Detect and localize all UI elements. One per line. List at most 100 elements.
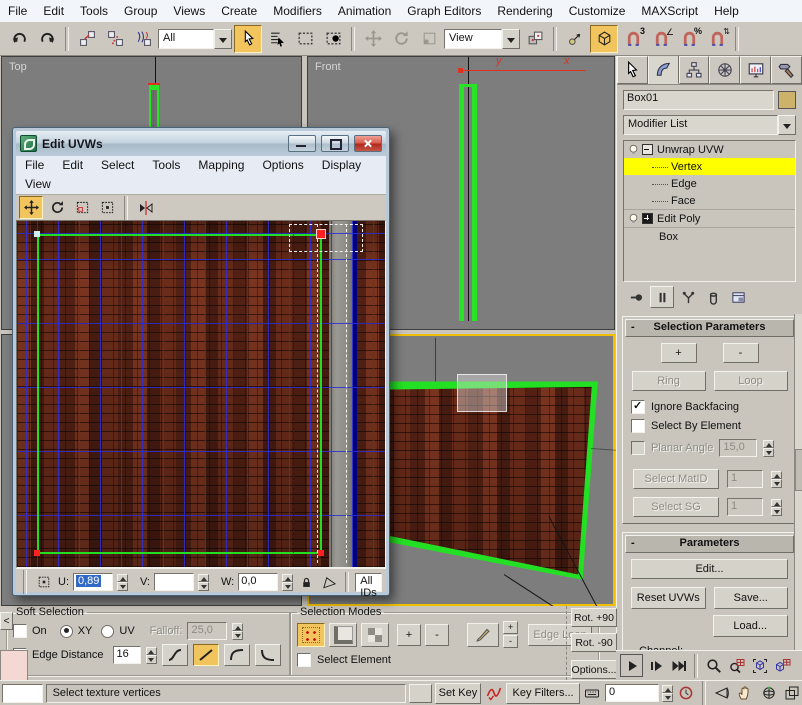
select-by-element-checkbox[interactable] — [631, 419, 645, 433]
uv-vertex[interactable] — [318, 550, 324, 556]
vertex-mode-button[interactable] — [297, 623, 325, 647]
zoom-all-button[interactable] — [726, 655, 747, 676]
options-button[interactable]: Options... — [571, 660, 617, 679]
selected-uv-vertex[interactable] — [317, 230, 325, 238]
expander-icon[interactable] — [642, 213, 653, 224]
select-object-button[interactable] — [234, 25, 262, 53]
menu-item[interactable]: Group — [116, 1, 165, 22]
modifier-list-dropdown[interactable]: Modifier List — [623, 115, 796, 135]
reset-uvws-button[interactable]: Reset UVWs — [631, 587, 706, 609]
current-frame-field[interactable]: 0 — [605, 684, 659, 702]
dialog-menu-item[interactable]: Display — [313, 155, 370, 176]
go-to-end-button[interactable] — [668, 655, 689, 676]
object-color-swatch[interactable] — [778, 91, 796, 109]
shrink-selection-button[interactable]: - — [723, 343, 759, 363]
select-and-manipulate-button[interactable] — [562, 26, 588, 52]
rectangular-selection-region-button[interactable] — [292, 26, 318, 52]
uv-vertex[interactable] — [34, 231, 40, 237]
mirror-button[interactable] — [134, 197, 158, 218]
next-frame-button[interactable] — [645, 655, 666, 676]
selection-lock-toggle[interactable] — [409, 684, 432, 703]
select-and-rotate-button[interactable] — [388, 26, 414, 52]
loop-button[interactable]: Loop — [714, 371, 788, 391]
ring-button[interactable]: Ring — [632, 371, 706, 391]
tab-display[interactable] — [740, 56, 771, 84]
rotate-minus90-button[interactable]: Rot. -90 — [571, 633, 617, 652]
planar-angle-field[interactable]: 15,0 — [719, 439, 757, 457]
menu-item[interactable]: Customize — [561, 1, 634, 22]
uv-vertex[interactable] — [34, 550, 40, 556]
redo-button[interactable] — [34, 26, 60, 52]
spinner-snap-button[interactable]: ⇅ — [704, 26, 730, 52]
snaps-toggle-button[interactable] — [590, 25, 618, 53]
undo-button[interactable] — [6, 26, 32, 52]
snap-3d-button[interactable]: 3 — [620, 26, 646, 52]
falloff-field[interactable]: 25,0 — [187, 622, 227, 640]
brush-size-down-button[interactable]: - — [503, 635, 518, 648]
freeform-mode-button[interactable] — [96, 197, 118, 218]
menu-item[interactable]: Tools — [72, 1, 116, 22]
select-sg-button[interactable]: Select SG — [633, 497, 719, 517]
edge-mode-button[interactable] — [329, 623, 357, 647]
face-mode-button[interactable] — [361, 623, 389, 647]
tab-motion[interactable] — [709, 56, 740, 84]
falloff-spinner[interactable] — [232, 623, 243, 640]
lightbulb-icon[interactable] — [627, 212, 642, 226]
zoom-extents-button[interactable] — [749, 655, 770, 676]
lightbulb-icon[interactable] — [627, 143, 642, 157]
dialog-menu-item[interactable]: Mapping — [189, 155, 253, 176]
angle-snap-button[interactable]: ∠ — [648, 26, 674, 52]
dialog-menu-item[interactable]: Tools — [143, 155, 189, 176]
show-end-result-button[interactable] — [650, 286, 674, 308]
dialog-titlebar[interactable]: Edit UVWs — [16, 131, 386, 156]
maxscript-mini-listener[interactable] — [2, 684, 43, 703]
v-spinner[interactable] — [198, 574, 209, 591]
make-unique-button[interactable] — [677, 287, 699, 307]
modifier-stack-row[interactable]: Unwrap UVW — [624, 141, 795, 158]
minimize-button[interactable] — [288, 135, 316, 152]
matid-field[interactable]: 1 — [727, 470, 763, 488]
uv-radio[interactable] — [101, 625, 114, 638]
slow-falloff-button[interactable] — [255, 644, 281, 666]
fast-falloff-button[interactable] — [224, 644, 250, 666]
uv-rotate-button[interactable] — [46, 197, 68, 218]
menu-item[interactable]: Create — [213, 1, 265, 22]
auto-key-button[interactable] — [484, 684, 503, 703]
set-key-button[interactable]: Set Key — [435, 683, 481, 704]
tab-utilities[interactable] — [771, 56, 802, 84]
scroll-panel-left-button[interactable]: < — [0, 612, 13, 630]
time-configuration-button[interactable] — [676, 683, 696, 704]
play-animation-button[interactable] — [620, 654, 643, 677]
reference-coordinate-dropdown[interactable]: View — [444, 29, 520, 49]
close-button[interactable] — [354, 135, 382, 152]
configure-modifier-sets-button[interactable] — [727, 287, 749, 307]
field-of-view-button[interactable] — [712, 683, 732, 704]
selection-parameters-header[interactable]: - Selection Parameters — [625, 319, 794, 337]
frame-spinner[interactable] — [662, 685, 673, 702]
w-spinner[interactable] — [282, 574, 293, 591]
select-and-link-button[interactable] — [74, 26, 100, 52]
absolute-offset-toggle[interactable] — [34, 573, 54, 592]
xy-radio[interactable] — [60, 625, 73, 638]
dialog-menu-item[interactable]: Select — [92, 155, 143, 176]
window-crossing-button[interactable] — [320, 26, 346, 52]
edit-uvws-button[interactable]: Edit... — [631, 559, 788, 579]
select-matid-button[interactable]: Select MatID — [633, 469, 719, 489]
unlink-selection-button[interactable] — [102, 26, 128, 52]
v-field[interactable] — [154, 573, 194, 591]
panel-scrollbar[interactable] — [794, 314, 802, 650]
select-and-scale-button[interactable] — [416, 26, 442, 52]
edge-distance-spinner[interactable] — [146, 647, 157, 664]
contract-selection-button[interactable]: - — [425, 624, 449, 646]
bind-to-space-warp-button[interactable] — [130, 26, 156, 52]
modifier-stack-row[interactable]: Edit Poly — [624, 209, 795, 227]
brush-size-up-button[interactable]: + — [503, 621, 518, 634]
object-name-field[interactable]: Box01 — [623, 90, 774, 110]
planar-angle-checkbox[interactable] — [631, 441, 645, 455]
u-field[interactable]: 0,89 — [73, 573, 113, 591]
linear-falloff-button[interactable] — [193, 644, 219, 666]
uv-scale-button[interactable] — [71, 197, 93, 218]
zoom-button[interactable] — [703, 655, 724, 676]
uv-editor-canvas[interactable] — [16, 220, 386, 568]
tab-create[interactable] — [617, 56, 648, 84]
